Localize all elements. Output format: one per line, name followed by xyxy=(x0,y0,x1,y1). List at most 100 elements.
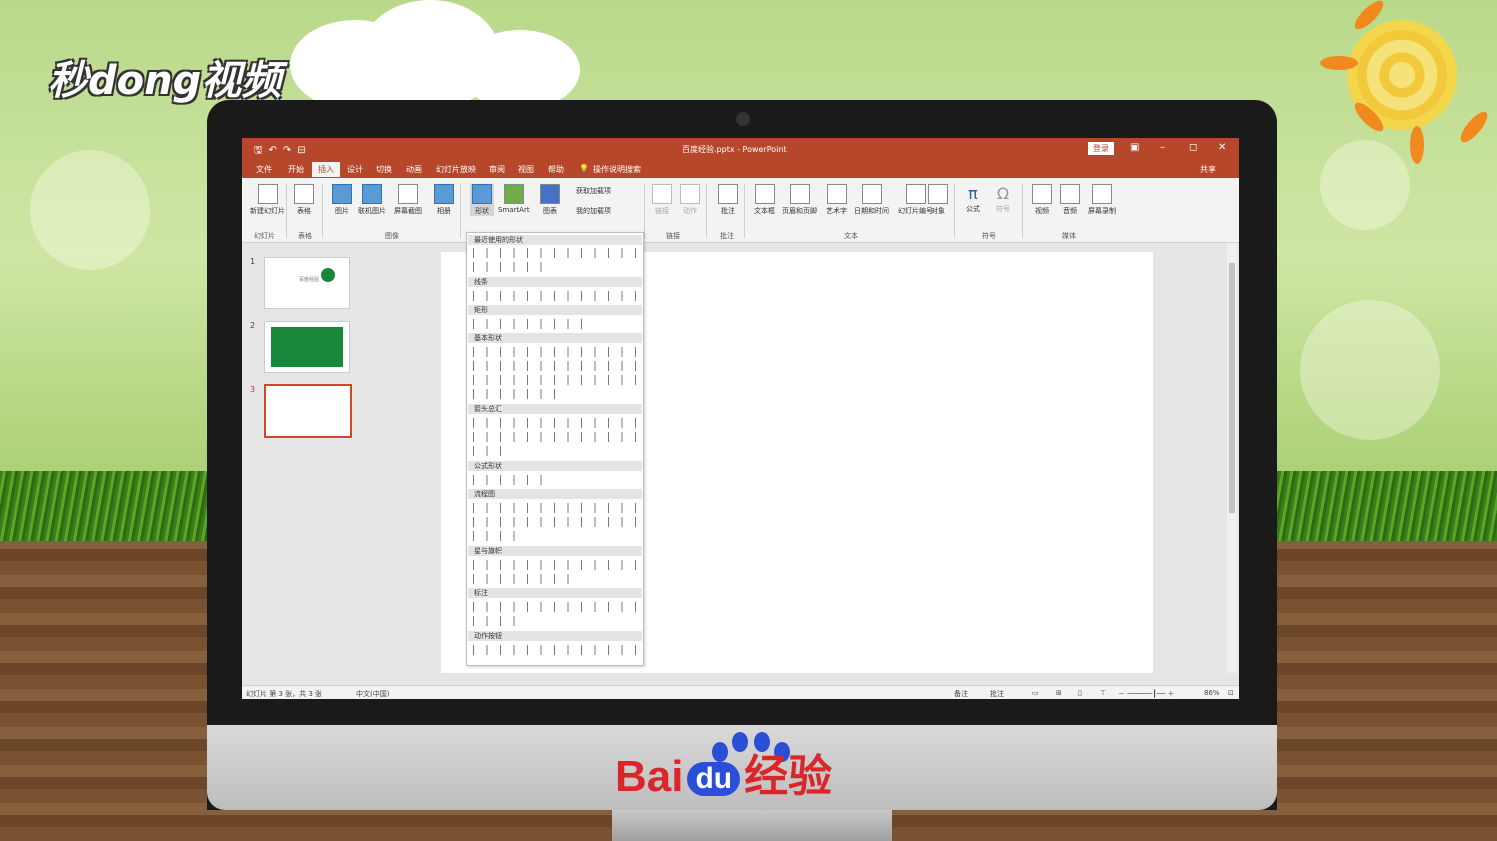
comment-button[interactable]: 批注 xyxy=(718,184,738,216)
slideshow-view-icon[interactable]: ⊤ xyxy=(1100,689,1106,697)
label: 链接 xyxy=(655,207,669,215)
shape-row[interactable] xyxy=(472,347,640,357)
table-icon xyxy=(294,184,314,204)
shape-row[interactable] xyxy=(472,574,580,584)
minimize-icon[interactable]: – xyxy=(1160,142,1165,153)
shape-row[interactable] xyxy=(472,602,640,612)
shape-row[interactable] xyxy=(472,418,640,428)
smartart-icon xyxy=(503,184,524,204)
tab-transitions[interactable]: 切换 xyxy=(376,164,392,175)
zoom-level[interactable]: 86% xyxy=(1204,689,1220,697)
table-button[interactable]: 表格 xyxy=(294,184,314,216)
label: 图表 xyxy=(543,207,557,215)
ribbon: 新建幻灯片 幻灯片 表格 表格 图片 联机图片 屏幕截图 相册 图像 形状 Sm… xyxy=(242,178,1239,243)
audio-button[interactable]: 音频 xyxy=(1060,184,1080,216)
shape-row[interactable] xyxy=(472,503,640,513)
tab-file[interactable]: 文件 xyxy=(256,164,272,175)
shape-row[interactable] xyxy=(472,319,592,329)
tab-home[interactable]: 开始 xyxy=(288,164,304,175)
normal-view-icon[interactable]: ▭ xyxy=(1032,689,1039,697)
tab-animations[interactable]: 动画 xyxy=(406,164,422,175)
share-button[interactable]: 共享 xyxy=(1200,164,1216,175)
tell-me-search[interactable]: 操作说明搜索 xyxy=(593,164,641,175)
zoom-slider[interactable]: － ──────┃── ＋ xyxy=(1118,689,1174,699)
slide-number: 3 xyxy=(250,385,256,394)
vertical-scrollbar[interactable] xyxy=(1227,243,1237,673)
new-slide-button[interactable]: 新建幻灯片 xyxy=(250,184,285,216)
tab-slideshow[interactable]: 幻灯片放映 xyxy=(436,164,476,175)
wordart-button[interactable]: 艺术字 xyxy=(826,184,847,216)
tab-help[interactable]: 帮助 xyxy=(548,164,564,175)
shape-row[interactable] xyxy=(472,361,640,371)
chart-button[interactable]: 图表 xyxy=(540,184,560,216)
date-time-button[interactable]: 日期和时间 xyxy=(854,184,889,216)
screenshot-button[interactable]: 屏幕截图 xyxy=(394,184,422,216)
header-footer-button[interactable]: 页眉和页脚 xyxy=(782,184,817,216)
shape-row[interactable] xyxy=(472,248,640,258)
group-label: 符号 xyxy=(982,232,996,240)
label: 音频 xyxy=(1063,207,1077,215)
shape-row[interactable] xyxy=(472,262,552,272)
cloud xyxy=(460,30,580,110)
separator xyxy=(706,184,707,238)
shape-row[interactable] xyxy=(472,389,562,399)
menu-bar: 文件 开始 插入 设计 切换 动画 幻灯片放映 审阅 视图 帮助 💡 操作说明搜… xyxy=(242,160,1239,178)
sun-ray xyxy=(1410,126,1424,164)
tab-design[interactable]: 设计 xyxy=(347,164,363,175)
shape-row[interactable] xyxy=(472,645,640,655)
tab-review[interactable]: 审阅 xyxy=(489,164,505,175)
login-button[interactable]: 登录 xyxy=(1088,142,1114,155)
shape-row[interactable] xyxy=(472,560,640,570)
reading-view-icon[interactable]: ▯ xyxy=(1078,689,1082,697)
shape-row[interactable] xyxy=(472,432,640,442)
shape-row[interactable] xyxy=(472,531,526,541)
ribbon-display-icon[interactable]: ▣ xyxy=(1130,142,1139,153)
shape-row[interactable] xyxy=(472,616,526,626)
object-button[interactable]: 对象 xyxy=(928,184,948,216)
smartart-button[interactable]: SmartArt xyxy=(498,184,530,214)
label: 屏幕录制 xyxy=(1088,207,1116,215)
get-addins-button[interactable]: 获取加载项 xyxy=(576,186,611,196)
label: 文本框 xyxy=(754,207,775,215)
language-indicator[interactable]: 中文(中国) xyxy=(356,689,389,699)
sorter-view-icon[interactable]: ⊞ xyxy=(1056,689,1062,697)
action-button[interactable]: 动作 xyxy=(680,184,700,216)
scroll-thumb[interactable] xyxy=(1229,263,1235,513)
symbol-button[interactable]: Ω 符号 xyxy=(994,184,1012,214)
shape-row[interactable] xyxy=(472,446,512,456)
notes-button[interactable]: 备注 xyxy=(954,689,968,699)
fit-slide-icon[interactable]: ⊡ xyxy=(1228,689,1234,697)
shape-row[interactable] xyxy=(472,375,640,385)
comments-button[interactable]: 批注 xyxy=(990,689,1004,699)
my-addins-button[interactable]: 我的加载项 xyxy=(576,206,611,216)
album-button[interactable]: 相册 xyxy=(434,184,454,216)
link-button[interactable]: 链接 xyxy=(652,184,672,216)
online-pictures-button[interactable]: 联机图片 xyxy=(358,184,386,216)
equation-button[interactable]: π 公式 xyxy=(964,184,982,214)
video-button[interactable]: 视频 xyxy=(1032,184,1052,216)
maximize-icon[interactable]: ◻ xyxy=(1189,142,1197,153)
pictures-button[interactable]: 图片 xyxy=(332,184,352,216)
slide-thumbnail-2[interactable] xyxy=(264,321,350,373)
separator xyxy=(954,184,955,238)
shape-row[interactable] xyxy=(472,475,552,485)
shapes-icon xyxy=(472,184,492,204)
label: 日期和时间 xyxy=(854,207,889,215)
quick-access-toolbar[interactable]: 🖫↶↷⊟ xyxy=(254,143,312,160)
tab-view[interactable]: 视图 xyxy=(518,164,534,175)
shape-row[interactable] xyxy=(472,291,640,301)
slide-thumbnail-1[interactable]: 百度经验 xyxy=(264,257,350,309)
slide-number-icon xyxy=(905,184,926,204)
screen-recording-button[interactable]: 屏幕录制 xyxy=(1088,184,1116,216)
tab-insert[interactable]: 插入 xyxy=(312,162,340,177)
shape-category: 箭头总汇 xyxy=(468,404,642,414)
shape-row[interactable] xyxy=(472,517,640,527)
close-icon[interactable]: ✕ xyxy=(1218,142,1226,153)
group-label: 链接 xyxy=(666,232,680,240)
shapes-button[interactable]: 形状 xyxy=(470,184,494,216)
textbox-button[interactable]: 文本框 xyxy=(754,184,775,216)
slide-thumbnail-3[interactable] xyxy=(264,384,352,438)
slide-thumb-text: 百度经验 xyxy=(299,277,320,283)
group-label: 文本 xyxy=(844,232,858,240)
picture-icon xyxy=(332,184,352,204)
